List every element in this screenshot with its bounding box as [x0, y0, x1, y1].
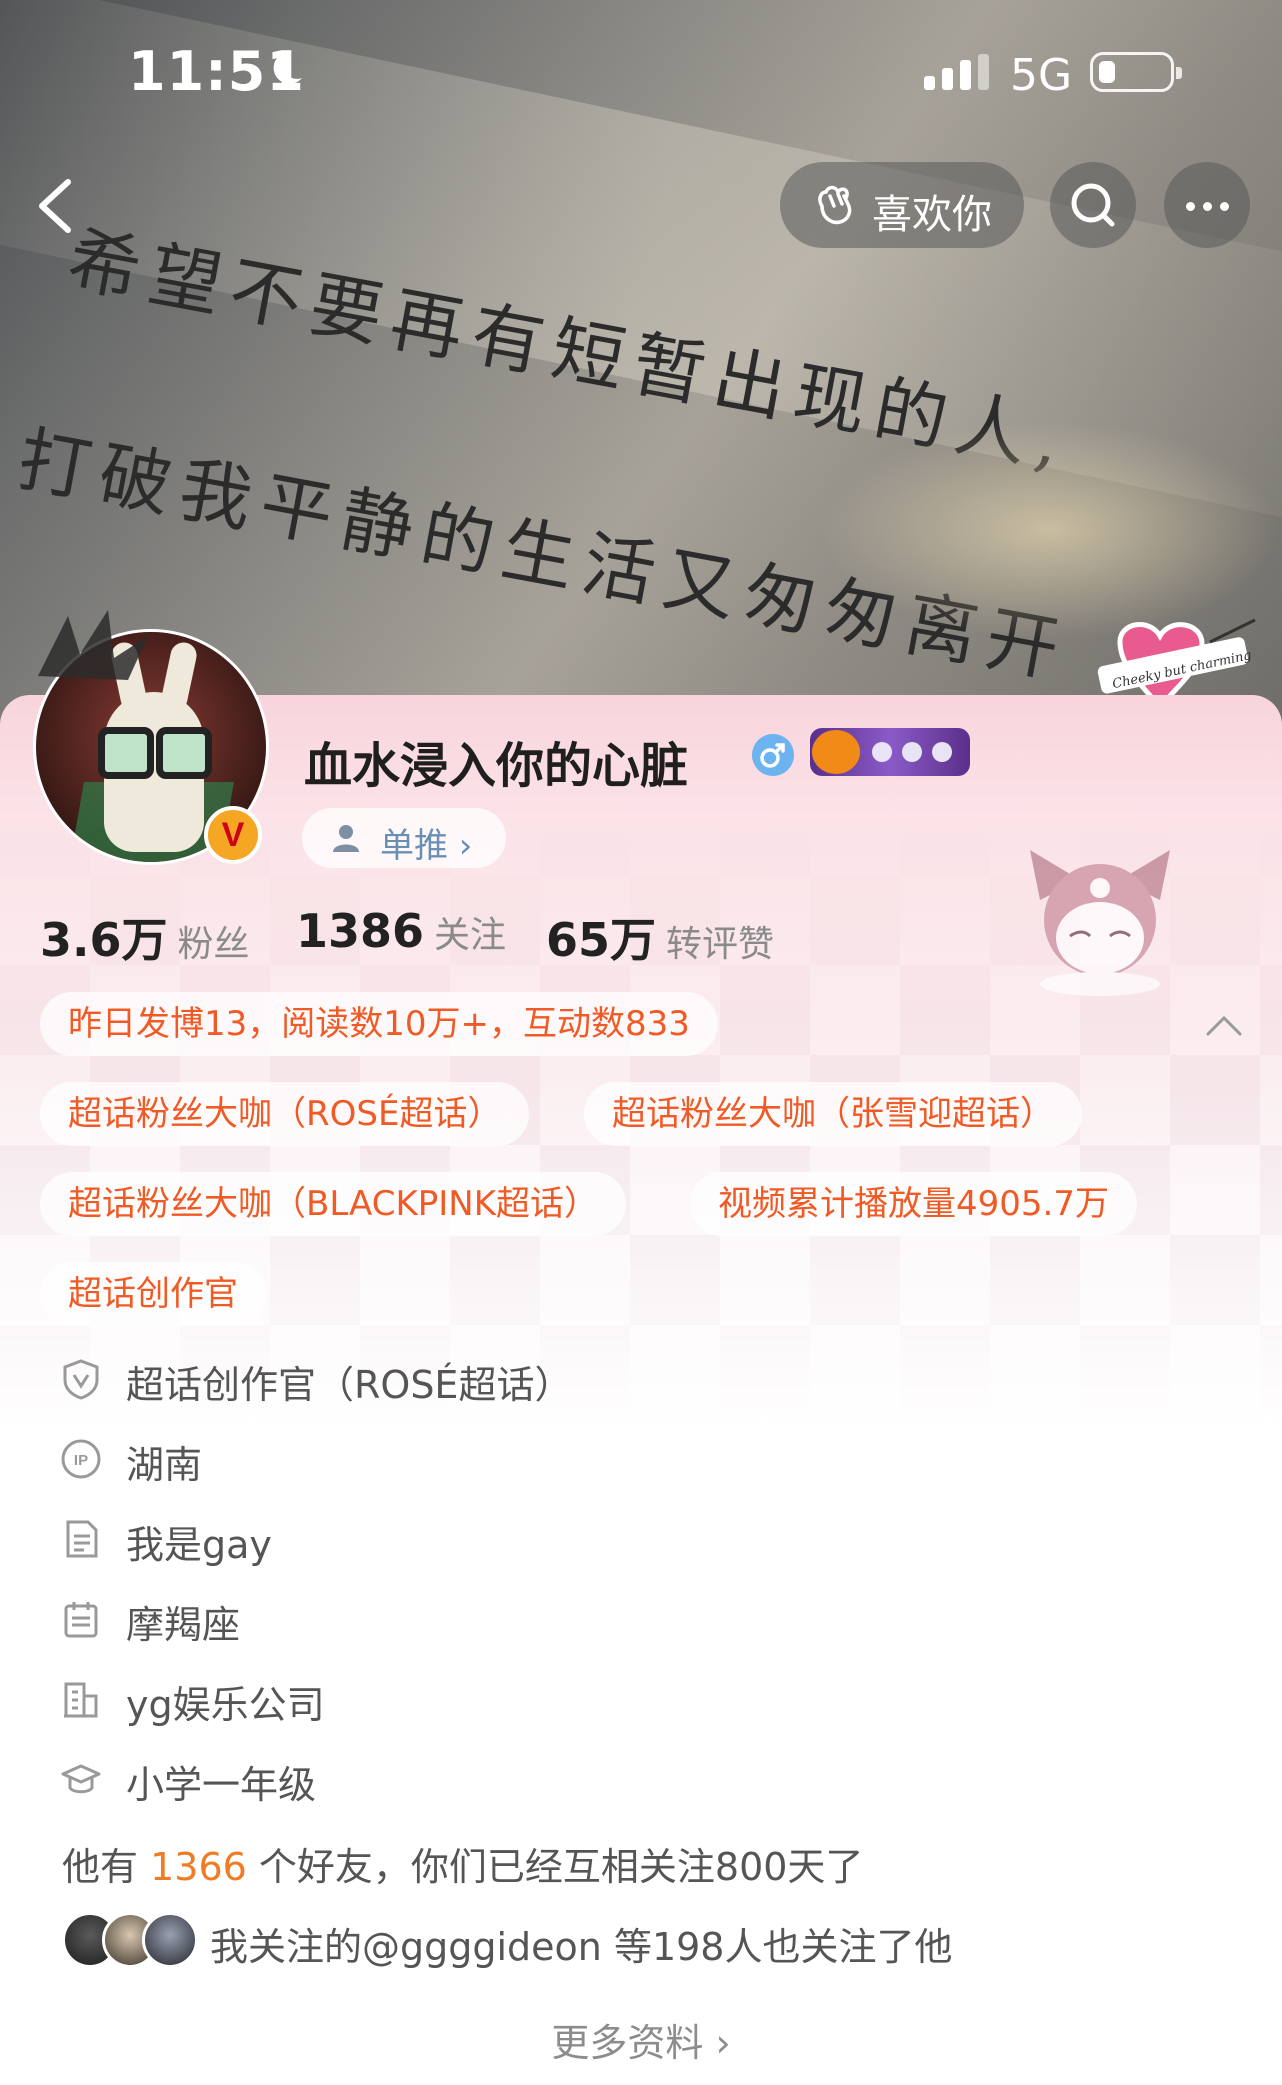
- back-arrow-icon[interactable]: [30, 176, 80, 236]
- profile-name: 血水浸入你的心脏: [304, 738, 689, 794]
- hand-heart-icon: [818, 185, 852, 225]
- single-push-button[interactable]: 单推 ›: [302, 808, 506, 868]
- shield-v-icon: [63, 1359, 99, 1400]
- following-stat[interactable]: 1386 关注: [296, 904, 506, 958]
- battery-icon: [1090, 52, 1182, 92]
- user-icon: [333, 825, 359, 852]
- daily-stats-tag[interactable]: 昨日发博13，阅读数10万+，互动数833: [40, 992, 718, 1056]
- tag-video-plays[interactable]: 视频累计播放量4905.7万: [690, 1172, 1137, 1236]
- moon-icon: [273, 51, 302, 84]
- document-icon: [66, 1520, 98, 1558]
- status-bar: 11:51 5G: [0, 40, 1282, 110]
- like-you-label: 喜欢你: [872, 192, 992, 238]
- network-label: 5G: [1010, 50, 1073, 101]
- more-options-button[interactable]: [1164, 162, 1250, 248]
- building-icon: [64, 1682, 98, 1718]
- male-icon: [752, 734, 794, 776]
- calendar-icon: [64, 1602, 98, 1638]
- like-you-button[interactable]: 喜欢你: [780, 162, 1024, 248]
- single-push-label: 单推 ›: [380, 826, 473, 866]
- interactions-stat[interactable]: 65万 转评赞: [546, 904, 774, 970]
- friend-count: 1366: [150, 1845, 247, 1889]
- fans-stat[interactable]: 3.6万 粉丝: [40, 904, 250, 970]
- svg-text:IP: IP: [74, 1452, 88, 1469]
- ip-icon: IP: [61, 1439, 101, 1479]
- tag-creator[interactable]: 超话创作官: [40, 1262, 266, 1326]
- tag-blackpink-fan[interactable]: 超话粉丝大咖（BLACKPINK超话）: [40, 1172, 627, 1236]
- verified-badge: V: [204, 806, 262, 864]
- avatar-frame-decoration: [38, 610, 148, 680]
- halloween-badge-icon[interactable]: [810, 728, 970, 776]
- search-button[interactable]: [1050, 162, 1136, 248]
- mutual-friends-summary[interactable]: 他有 1366 个好友，你们已经互相关注800天了: [62, 1836, 863, 1891]
- mutual-followers-text: 我关注的@ggggideon 等198人也关注了他: [210, 1925, 953, 1969]
- graduation-cap-icon: [61, 1764, 101, 1794]
- kuromi-sticker: [1030, 850, 1170, 996]
- tag-zhangxueying-fan[interactable]: 超话粉丝大咖（张雪迎超话）: [584, 1082, 1082, 1146]
- follower-avatar: [142, 1912, 198, 1968]
- search-icon: [1071, 183, 1115, 227]
- chevron-up-icon[interactable]: [1204, 1006, 1244, 1046]
- more-info-link[interactable]: 更多资料 ›: [0, 2012, 1282, 2067]
- tag-rose-fan[interactable]: 超话粉丝大咖（ROSÉ超话）: [40, 1082, 530, 1146]
